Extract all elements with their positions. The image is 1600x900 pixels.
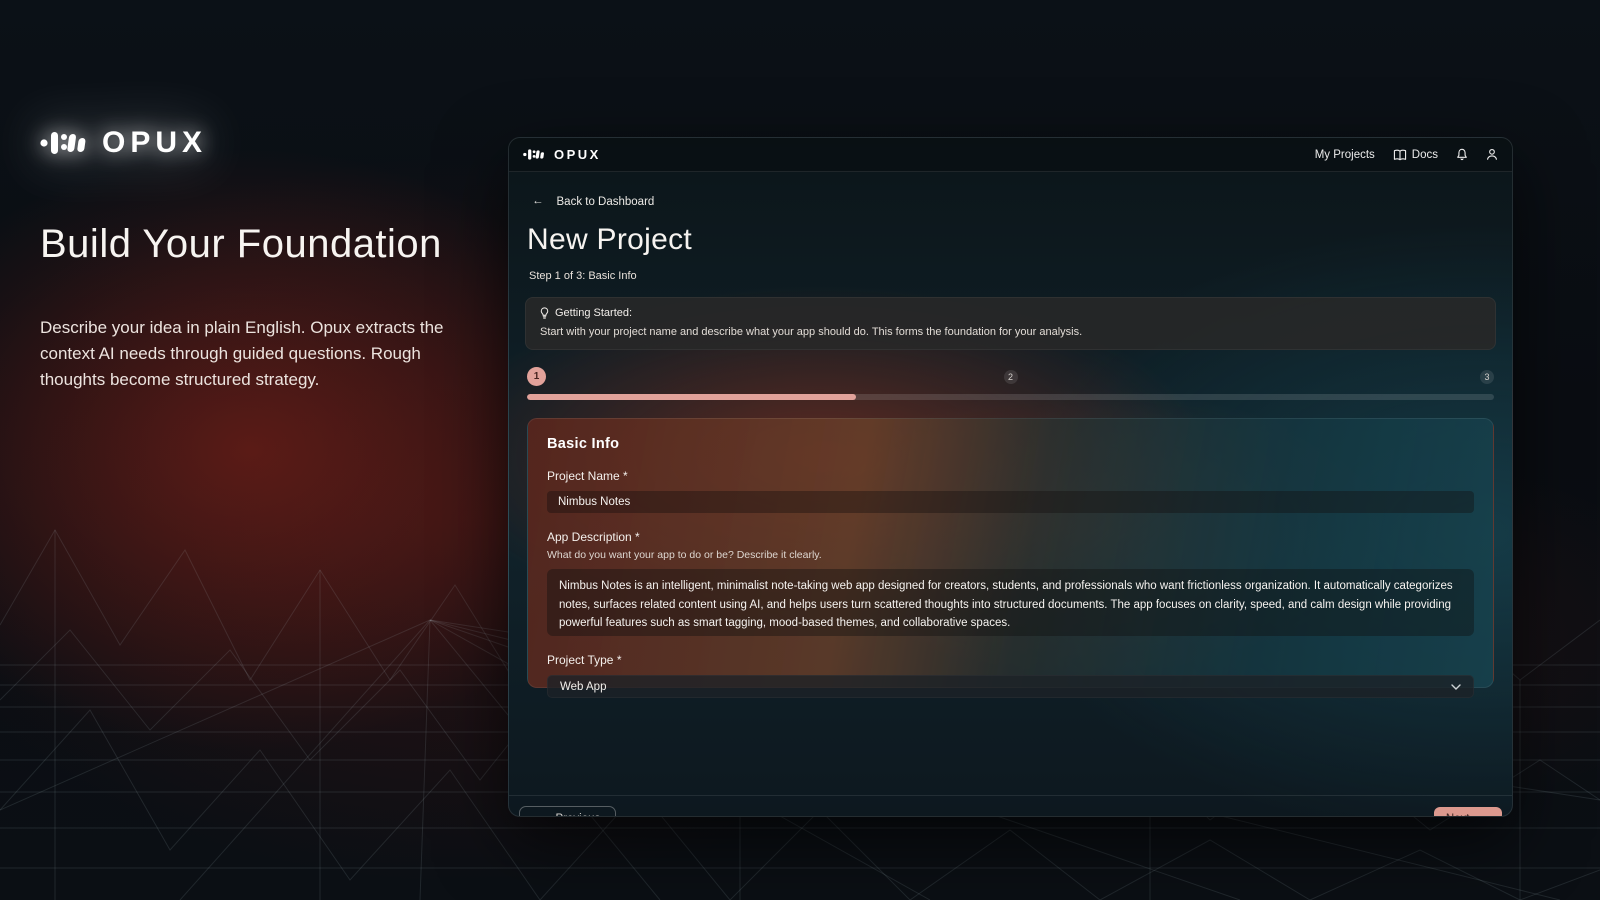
callout-body: Start with your project name and describ… <box>540 326 1481 338</box>
hero-panel: OPUX Build Your Foundation Describe your… <box>40 126 480 392</box>
step-dot-2-label: 2 <box>1008 372 1013 382</box>
hero-description: Describe your idea in plain English. Opu… <box>40 315 466 392</box>
my-projects-label: My Projects <box>1315 149 1375 161</box>
notifications-button[interactable] <box>1456 148 1468 161</box>
back-link-label: Back to Dashboard <box>557 196 655 208</box>
next-button[interactable]: Next → <box>1434 807 1502 817</box>
step-dot-1[interactable]: 1 <box>527 367 546 386</box>
user-icon <box>1486 148 1498 161</box>
step-progress: 1 2 3 <box>527 367 1494 400</box>
window-body: ← Back to Dashboard New Project Step 1 o… <box>509 196 1512 817</box>
arrow-right-icon: → <box>1479 813 1491 817</box>
step-dot-3-label: 3 <box>1484 372 1489 382</box>
previous-button-label: Previous <box>556 813 601 817</box>
hero-logo: OPUX <box>40 126 480 160</box>
step-dot-3[interactable]: 3 <box>1480 370 1494 384</box>
book-icon <box>1393 149 1407 161</box>
project-type-value: Web App <box>560 681 606 693</box>
app-description-helper: What do you want your app to do or be? D… <box>547 549 1474 561</box>
app-description-label: App Description * <box>547 530 1474 544</box>
lightbulb-icon <box>540 307 549 319</box>
step-dot-1-label: 1 <box>534 371 540 382</box>
navbar-logo-text: OPUX <box>554 147 601 162</box>
getting-started-callout: Getting Started: Start with your project… <box>525 297 1496 350</box>
previous-button[interactable]: ← Previous <box>519 806 616 817</box>
app-description-textarea[interactable]: Nimbus Notes is an intelligent, minimali… <box>547 569 1474 636</box>
step-dot-2[interactable]: 2 <box>1004 370 1018 384</box>
basic-info-card: Basic Info Project Name * App Descriptio… <box>527 418 1494 688</box>
user-account-button[interactable] <box>1486 148 1498 161</box>
nav-my-projects-link[interactable]: My Projects <box>1315 149 1375 161</box>
progress-fill <box>527 394 856 400</box>
opux-logo-icon <box>40 130 92 156</box>
progress-bar-track <box>527 394 1494 400</box>
form-section-title: Basic Info <box>547 436 1474 452</box>
callout-title: Getting Started: <box>555 307 632 319</box>
opux-logo-icon <box>523 148 547 161</box>
project-name-input[interactable] <box>547 491 1474 513</box>
nav-docs-link[interactable]: Docs <box>1393 149 1438 161</box>
bell-icon <box>1456 148 1468 161</box>
hero-title: Build Your Foundation <box>40 222 480 267</box>
docs-label: Docs <box>1412 149 1438 161</box>
back-to-dashboard-link[interactable]: ← Back to Dashboard <box>532 196 654 208</box>
project-type-select[interactable]: Web App <box>547 675 1474 698</box>
app-window: OPUX My Projects Docs <box>508 137 1513 817</box>
top-navbar: OPUX My Projects Docs <box>509 138 1512 172</box>
callout-title-row: Getting Started: <box>540 307 1481 319</box>
project-name-label: Project Name * <box>547 469 1474 483</box>
page-title: New Project <box>527 223 1502 257</box>
navbar-links: My Projects Docs <box>1315 148 1498 161</box>
project-type-label: Project Type * <box>547 653 1474 667</box>
next-button-label: Next <box>1446 813 1470 817</box>
chevron-down-icon <box>1451 684 1461 690</box>
arrow-left-icon: ← <box>532 196 544 208</box>
wizard-footer: ← Previous Next → <box>509 795 1512 817</box>
navbar-logo[interactable]: OPUX <box>523 147 601 162</box>
step-indicator-text: Step 1 of 3: Basic Info <box>529 270 1502 282</box>
arrow-left-icon: ← <box>535 813 547 817</box>
hero-logo-text: OPUX <box>102 126 207 160</box>
